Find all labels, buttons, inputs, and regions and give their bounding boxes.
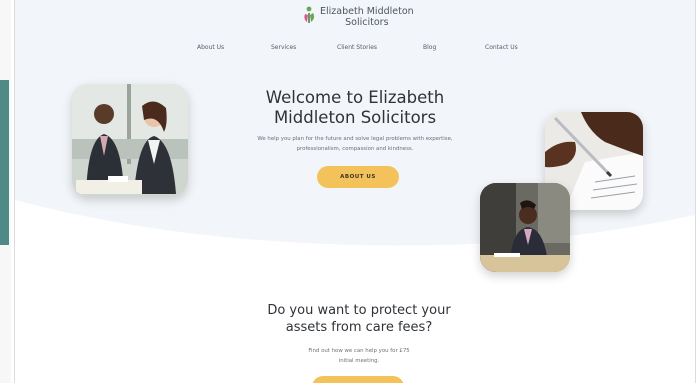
care-fees-subtext-line1: Find out how we can help you for £75 bbox=[308, 348, 410, 354]
background-window-edge bbox=[0, 0, 11, 383]
logo-name-line2: Solicitors bbox=[345, 17, 389, 28]
main-nav: About Us Services Client Stories Blog Co… bbox=[15, 44, 695, 56]
nav-item-client-stories[interactable]: Client Stories bbox=[337, 44, 377, 51]
photo-two-professionals bbox=[72, 84, 188, 196]
care-fees-heading-line2: assets from care fees? bbox=[285, 320, 433, 335]
background-window-panel bbox=[0, 80, 9, 245]
care-fees-heading-line1: Do you want to protect your bbox=[267, 303, 451, 318]
hero-title-line2: Middleton Solicitors bbox=[273, 108, 437, 127]
care-fees-subtext-line2: initial meeting. bbox=[338, 357, 380, 364]
about-us-button[interactable]: ABOUT US bbox=[317, 166, 399, 188]
nav-item-blog[interactable]: Blog bbox=[423, 44, 436, 51]
care-fees-heading: Do you want to protect your assets from … bbox=[241, 302, 477, 336]
nav-item-services[interactable]: Services bbox=[271, 44, 296, 51]
care-fees-subtext: Find out how we can help you for £75 ini… bbox=[297, 347, 421, 366]
hero-subtitle-line2: professionalism, compassion and kindness… bbox=[296, 145, 414, 152]
site-logo[interactable]: Elizabeth Middleton Solicitors bbox=[302, 6, 414, 28]
logo-text: Elizabeth Middleton Solicitors bbox=[320, 6, 414, 28]
website-page: Elizabeth Middleton Solicitors About Us … bbox=[14, 0, 696, 383]
hero-subtitle-line1: We help you plan for the future and solv… bbox=[257, 136, 453, 142]
care-fees-cta-button[interactable] bbox=[312, 376, 404, 383]
nav-item-about-us[interactable]: About Us bbox=[197, 44, 224, 51]
leaf-icon bbox=[304, 6, 315, 23]
hero-title: Welcome to Elizabeth Middleton Solicitor… bbox=[215, 88, 495, 128]
nav-item-contact-us[interactable]: Contact Us bbox=[485, 44, 518, 51]
photo-woman-at-desk bbox=[480, 183, 570, 272]
logo-name-line1: Elizabeth Middleton bbox=[320, 6, 414, 17]
hero-title-line1: Welcome to Elizabeth bbox=[265, 88, 445, 107]
hero-subtitle: We help you plan for the future and solv… bbox=[237, 135, 473, 154]
